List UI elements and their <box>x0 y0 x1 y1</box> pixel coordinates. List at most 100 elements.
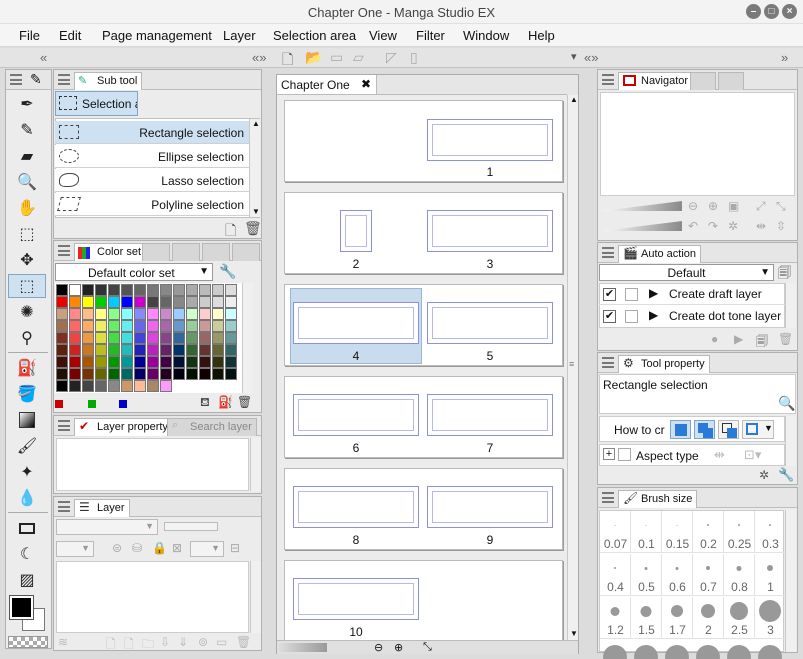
brush-dot-large[interactable] <box>665 645 689 659</box>
panel-menu-icon[interactable] <box>602 357 614 368</box>
brush-size-option[interactable]: 0.3 <box>755 511 786 553</box>
color-swatch[interactable] <box>121 380 133 392</box>
menu-file[interactable]: File <box>19 28 40 43</box>
brush-size-option[interactable]: 2 <box>693 597 724 639</box>
sub-tool-scrollbar[interactable]: ▲ ▼ <box>249 119 260 217</box>
color-swatch[interactable] <box>56 284 68 296</box>
merge-icon[interactable]: ⇓ <box>178 635 188 649</box>
color-swatch[interactable] <box>121 368 133 380</box>
color-swatch[interactable] <box>108 368 120 380</box>
wrench-icon[interactable]: 🔧 <box>778 467 794 483</box>
dropdown-icon[interactable]: ▾ <box>571 50 577 63</box>
color-swatch[interactable] <box>225 368 237 380</box>
page-list-scrollbar[interactable]: ▲ ≡ ▼ <box>567 95 578 640</box>
page-card[interactable]: 6 7 <box>284 376 563 458</box>
auto-action-set-select[interactable]: Default ▼ <box>599 264 774 281</box>
brush-dot-large[interactable] <box>603 645 627 659</box>
eraser-tool-icon[interactable]: ▰ <box>8 144 46 168</box>
color-swatch[interactable] <box>199 284 211 296</box>
color-swatch[interactable] <box>147 344 159 356</box>
layer-property-scrollbar[interactable] <box>250 438 261 491</box>
color-swatch[interactable] <box>108 380 120 392</box>
menu-window[interactable]: Window <box>463 28 509 43</box>
color-swatch[interactable] <box>69 368 81 380</box>
new-selection-button[interactable] <box>670 420 691 439</box>
tool-property-scrollbar[interactable] <box>785 416 796 466</box>
color-swatch[interactable] <box>147 284 159 296</box>
color-swatch[interactable] <box>56 344 68 356</box>
scroll-down-icon[interactable]: ▼ <box>252 207 260 216</box>
move-tool-icon[interactable]: ✥ <box>8 248 46 272</box>
color-swatch[interactable] <box>212 284 224 296</box>
brush-size-option[interactable]: 0.2 <box>693 511 724 553</box>
blend-tool-icon[interactable]: 💧 <box>8 486 46 510</box>
tab-sub-view[interactable] <box>690 72 716 90</box>
panel-menu-icon[interactable] <box>58 245 70 256</box>
zoom-tool-icon[interactable]: 🔍 <box>8 170 46 194</box>
brush-dot-large[interactable] <box>758 645 782 659</box>
fill-tool-icon[interactable]: ⛽ <box>8 356 46 380</box>
color-swatch[interactable] <box>212 308 224 320</box>
color-swatch[interactable] <box>160 368 172 380</box>
collapse-icon[interactable]: «» <box>252 50 266 65</box>
ruler-icon[interactable]: ⊟ <box>230 541 240 555</box>
menu-filter[interactable]: Filter <box>416 28 445 43</box>
color-swatch[interactable] <box>134 380 146 392</box>
color-swatch[interactable] <box>134 332 146 344</box>
color-swatch[interactable] <box>186 380 198 392</box>
color-swatch[interactable] <box>108 320 120 332</box>
zoom-slider[interactable] <box>279 643 327 652</box>
color-swatch[interactable] <box>69 320 81 332</box>
page-card[interactable]: 2 3 <box>284 192 563 274</box>
color-swatch[interactable] <box>95 320 107 332</box>
color-swatch[interactable] <box>186 344 198 356</box>
color-swatch[interactable] <box>173 320 185 332</box>
actual-size-icon[interactable]: ▣ <box>728 199 739 213</box>
color-swatch[interactable] <box>147 308 159 320</box>
save-icon[interactable]: ▭ <box>330 49 343 66</box>
fit-icon[interactable]: ⤡ <box>423 641 432 654</box>
brush-size-option[interactable]: 0.15 <box>662 511 693 553</box>
color-swatch[interactable] <box>95 356 107 368</box>
color-swatch[interactable] <box>121 320 133 332</box>
tab-sub-tool[interactable]: ✎ Sub tool <box>74 72 143 90</box>
record-icon[interactable]: ● <box>711 332 718 346</box>
color-swatch[interactable] <box>69 296 81 308</box>
color-swatch[interactable] <box>147 296 159 308</box>
brush-size-option[interactable]: 0.25 <box>724 511 755 553</box>
tab-auto-action[interactable]: 🎬 Auto action <box>618 245 702 263</box>
new-vector-layer-icon[interactable]: 🗋 <box>124 635 134 656</box>
brush-size-option[interactable]: 0.5 <box>631 554 662 596</box>
color-swatch[interactable] <box>121 344 133 356</box>
page-thumbnail[interactable] <box>293 302 419 344</box>
tab-info[interactable] <box>718 72 744 90</box>
auto-action-scrollbar[interactable] <box>785 283 796 328</box>
color-swatch[interactable] <box>147 368 159 380</box>
color-swatch[interactable] <box>173 356 185 368</box>
brush-size-option[interactable]: 0.1 <box>631 511 662 553</box>
selection-tool-icon[interactable]: ⬚ <box>8 274 46 298</box>
color-swatch[interactable] <box>82 332 94 344</box>
menu-layer[interactable]: Layer <box>223 28 256 43</box>
page-card[interactable]: 4 5 <box>284 284 563 366</box>
color-swatch[interactable] <box>82 320 94 332</box>
subtract-selection-button[interactable] <box>718 420 739 439</box>
page-thumbnail[interactable] <box>427 394 553 436</box>
sparkle-tool-icon[interactable]: ✦ <box>8 460 46 484</box>
flip-vertical-icon[interactable]: ⇳ <box>776 219 786 233</box>
tab-layer-property[interactable]: ✔ Layer property <box>74 418 173 436</box>
panel-menu-icon[interactable] <box>602 74 614 85</box>
color-swatch[interactable] <box>95 344 107 356</box>
color-swatch[interactable] <box>134 356 146 368</box>
color-swatch[interactable] <box>56 356 68 368</box>
color-swatch[interactable] <box>147 332 159 344</box>
expand-arrow-icon[interactable]: ▶ <box>649 286 658 300</box>
color-swatch[interactable] <box>108 296 120 308</box>
magic-wand-tool-icon[interactable]: ✺ <box>8 300 46 324</box>
color-swatch[interactable] <box>199 296 211 308</box>
color-swatch[interactable] <box>56 296 68 308</box>
color-swatch[interactable] <box>186 356 198 368</box>
tab-color-wheel[interactable] <box>142 243 170 261</box>
selection-mode-dropdown[interactable]: ▼ <box>742 420 774 439</box>
tab-document[interactable]: Chapter One ✖ <box>277 75 377 94</box>
